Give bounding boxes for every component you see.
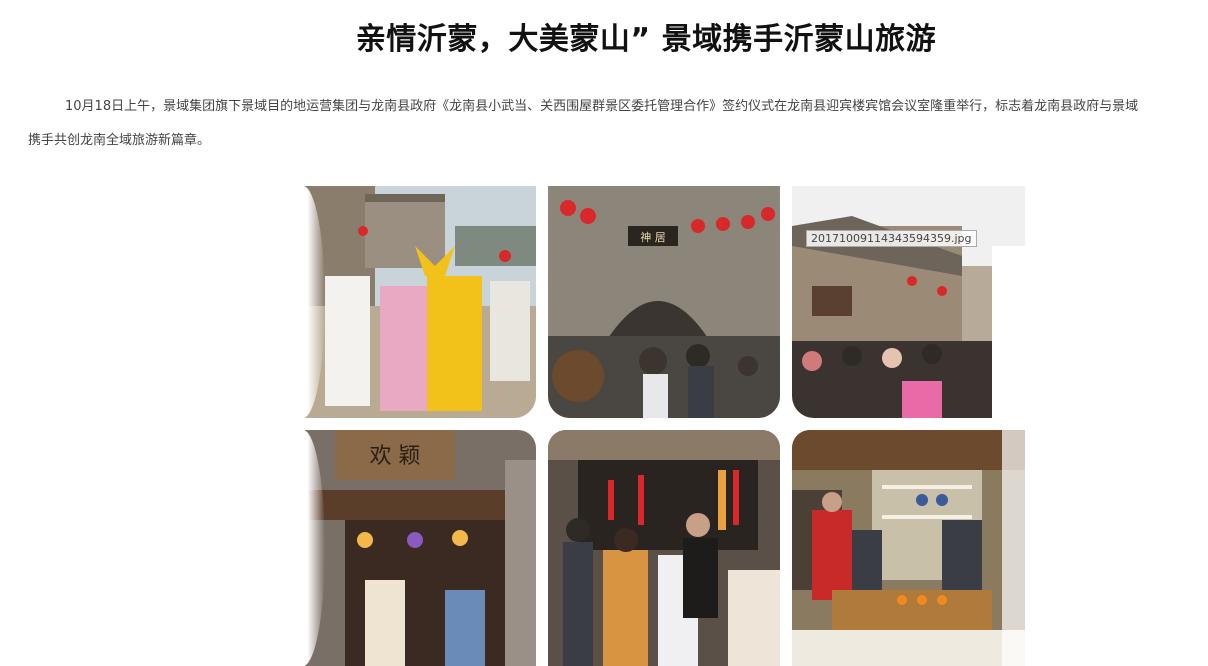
gallery-image-gate-crowd[interactable]: 神 居 <box>548 186 780 418</box>
paragraph-line-1: 10月18日上午，景域集团旗下景域目的地运营集团与龙南县政府《龙南县小武当、关西… <box>28 90 1208 124</box>
paragraph-text-1: 10月18日上午，景域集团旗下景域目的地运营集团与龙南县政府《龙南县小武当、关西… <box>65 99 1139 114</box>
image-filename-tooltip: 20171009114343594359.jpg <box>806 230 977 247</box>
shop-sign-text: 欢 颖 <box>370 444 421 469</box>
costume-parade-photo <box>305 186 536 418</box>
old-street-photo <box>792 186 1025 418</box>
gallery-image-costume-parade[interactable] <box>305 186 536 418</box>
gallery-image-souvenir-stall[interactable] <box>548 430 780 666</box>
gallery-image-shop-front[interactable]: 欢 颖 <box>305 430 536 666</box>
shop-front-photo: 欢 颖 <box>305 430 536 666</box>
gate-sign-text: 神 居 <box>640 230 666 244</box>
shop-interior-photo <box>792 430 1025 666</box>
gallery-image-old-street[interactable]: 20171009114343594359.jpg <box>792 186 1025 418</box>
photo-gallery: 神 居 20171009114343594359.jpg 欢 颖 <box>305 186 1025 666</box>
article-paragraph: 10月18日上午，景域集团旗下景域目的地运营集团与龙南县政府《龙南县小武当、关西… <box>28 90 1208 158</box>
gate-crowd-photo: 神 居 <box>548 186 780 418</box>
paragraph-line-2: 携手共创龙南全域旅游新篇章。 <box>28 133 211 148</box>
article-title: 亲情沂蒙，大美蒙山” 景域携手沂蒙山旅游 <box>355 22 937 57</box>
gallery-image-shop-interior[interactable] <box>792 430 1025 666</box>
souvenir-stall-photo <box>548 430 780 666</box>
